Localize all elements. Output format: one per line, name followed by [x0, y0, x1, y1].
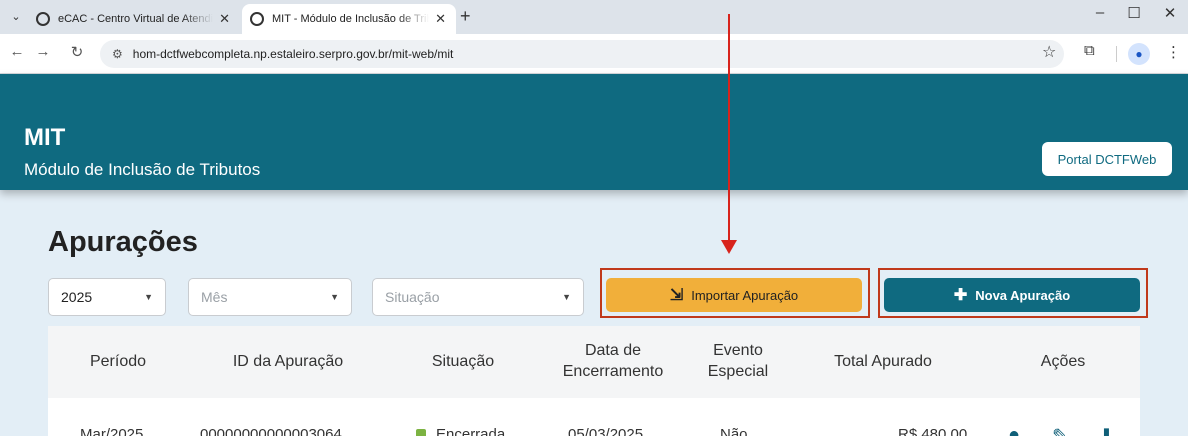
chevron-down-icon: ▼: [144, 292, 153, 302]
month-select[interactable]: Mês ▼: [188, 278, 352, 316]
app-title: MIT: [24, 124, 66, 151]
new-button-label: Nova Apuração: [975, 287, 1071, 303]
app-subtitle: Módulo de Inclusão de Tributos: [24, 160, 261, 179]
close-icon[interactable]: ✕: [219, 11, 230, 27]
reload-icon[interactable]: ↻: [66, 43, 88, 61]
status-select[interactable]: Situação ▼: [372, 278, 584, 316]
nova-apuracao-button[interactable]: ✚ Nova Apuração: [884, 278, 1140, 312]
close-icon[interactable]: ✕: [435, 11, 446, 27]
lock-icon: [416, 428, 426, 436]
year-value: 2025: [61, 289, 93, 305]
download-icon[interactable]: ⬇: [1098, 424, 1115, 436]
apuracoes-table: Período ID da Apuração Situação Data de …: [48, 326, 1140, 436]
info-icon[interactable]: ●: [1008, 424, 1020, 436]
edit-icon[interactable]: ✎: [1052, 424, 1069, 436]
cell-id: 00000000000003064: [200, 426, 342, 436]
app-header: MIT Módulo de Inclusão de Tributos Porta…: [0, 74, 1188, 190]
toolbar-divider: [1116, 46, 1117, 62]
table-row: Mar/2025 00000000000003064 Encerrada 05/…: [48, 398, 1140, 436]
tab-mit[interactable]: MIT - Módulo de Inclusão de Tributos ✕: [242, 4, 456, 34]
tab-search-icon[interactable]: ⌄: [6, 7, 26, 27]
more-menu-icon[interactable]: ⋮: [1166, 43, 1181, 61]
forward-icon[interactable]: →: [32, 43, 54, 60]
globe-icon: [250, 12, 264, 26]
column-header-actions: Ações: [1040, 352, 1086, 370]
bookmark-star-icon[interactable]: ☆: [1042, 42, 1056, 62]
new-tab-icon[interactable]: +: [460, 6, 471, 27]
column-header-period: Período: [89, 352, 147, 370]
year-select[interactable]: 2025 ▼: [48, 278, 166, 316]
column-header-status: Situação: [431, 352, 495, 370]
month-placeholder: Mês: [201, 289, 228, 305]
extensions-icon[interactable]: ⧉: [1084, 42, 1095, 59]
table-header: Período ID da Apuração Situação Data de …: [48, 326, 1140, 398]
minimize-icon[interactable]: –: [1090, 4, 1110, 21]
column-header-closing-date: Data de Encerramento: [562, 342, 664, 380]
cell-period: Mar/2025: [80, 426, 144, 436]
cell-closing-date: 05/03/2025: [568, 426, 644, 436]
annotation-arrow-line: [728, 14, 730, 242]
column-header-id: ID da Apuração: [232, 352, 344, 370]
cell-status: Encerrada: [416, 426, 505, 436]
import-apuracao-button[interactable]: ⇲ Importar Apuração: [606, 278, 862, 312]
cell-special-event: Não: [720, 426, 748, 436]
column-header-total: Total Apurado: [834, 352, 932, 370]
file-import-icon: ⇲: [669, 287, 684, 304]
profile-avatar-icon[interactable]: ●: [1128, 43, 1150, 65]
annotation-arrow-head: [721, 240, 737, 254]
site-settings-icon[interactable]: ⚙: [112, 47, 123, 61]
tab-title: eCAC - Centro Virtual de Atendimento: [58, 13, 214, 25]
import-button-label: Importar Apuração: [691, 287, 799, 303]
back-icon[interactable]: ←: [6, 43, 28, 60]
cell-total: R$ 480,00: [898, 426, 968, 436]
address-bar[interactable]: ⚙ hom-dctfwebcompleta.np.estaleiro.serpr…: [100, 40, 1064, 68]
page-title: Apurações: [48, 226, 198, 258]
cell-status-text: Encerrada: [436, 426, 506, 436]
maximize-icon[interactable]: ☐: [1124, 4, 1144, 22]
chevron-down-icon: ▼: [562, 292, 571, 302]
globe-icon: [36, 12, 50, 26]
url-text: hom-dctfwebcompleta.np.estaleiro.serpro.…: [132, 47, 454, 61]
chevron-down-icon: ▼: [330, 292, 339, 302]
portal-dctfweb-button[interactable]: Portal DCTFWeb: [1042, 142, 1172, 176]
plus-icon: ✚: [953, 287, 968, 304]
browser-toolbar: ← → ↻ ⚙ hom-dctfwebcompleta.np.estaleiro…: [0, 34, 1188, 74]
browser-tab-bar: ⌄ eCAC - Centro Virtual de Atendimento ✕…: [0, 0, 1188, 34]
window-close-icon[interactable]: ✕: [1160, 4, 1180, 22]
tab-title: MIT - Módulo de Inclusão de Tributos: [272, 13, 429, 25]
status-placeholder: Situação: [385, 289, 440, 305]
column-header-special-event: Evento Especial: [707, 342, 769, 380]
tab-ecac[interactable]: eCAC - Centro Virtual de Atendimento ✕: [28, 4, 240, 34]
